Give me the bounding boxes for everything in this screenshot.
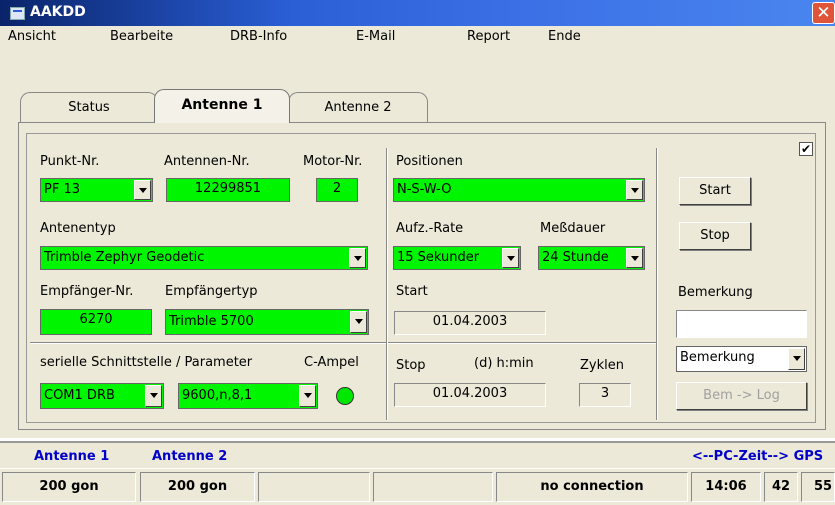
empfaengertyp-select[interactable]: Trimble 5700 [165, 309, 369, 335]
params-value: 9600,n,8,1 [182, 388, 253, 403]
antennentyp-value: Trimble Zephyr Geodetic [44, 250, 205, 265]
dauer-label: Meßdauer [540, 221, 606, 236]
dauer-value: 24 Stunde [542, 250, 609, 265]
motor-field[interactable]: 2 [316, 178, 358, 202]
window-title: AAKDD [30, 4, 86, 20]
seriell-label: serielle Schnittstelle / Parameter [40, 355, 253, 370]
menu-ende[interactable]: Ende [548, 29, 581, 44]
status-bar-labels: Antenne 1 Antenne 2 <--PC-Zeit--> GPS [0, 441, 835, 468]
chevron-down-icon[interactable] [626, 180, 643, 200]
a1-gon-cell: 200 gon [2, 472, 136, 502]
chevron-down-icon[interactable] [145, 385, 162, 407]
stop-date-field: 01.04.2003 [394, 383, 546, 407]
empfaenger-nr-field[interactable]: 6270 [40, 309, 152, 335]
chevron-down-icon[interactable] [349, 248, 366, 268]
menu-email[interactable]: E-Mail [356, 29, 395, 44]
chevron-down-icon[interactable] [626, 248, 643, 268]
start-button[interactable]: Start [679, 177, 751, 205]
status-light-icon [336, 387, 354, 405]
chevron-down-icon[interactable] [134, 180, 151, 200]
menu-drb-info[interactable]: DRB-Info [230, 29, 287, 44]
chevron-down-icon[interactable] [502, 248, 519, 268]
menu-ansicht[interactable]: Ansicht [8, 29, 56, 44]
punkt-value: PF 13 [44, 182, 80, 197]
status-cell [373, 472, 493, 502]
tab-antenne-1[interactable]: Antenne 1 [154, 89, 290, 123]
bem-log-button[interactable]: Bem -> Log [676, 382, 807, 410]
bemerkung-select-value: Bemerkung [680, 350, 755, 365]
rate-select[interactable]: 15 Sekunder [393, 246, 521, 270]
punkt-label: Punkt-Nr. [40, 154, 100, 169]
close-button[interactable]: ✕ [812, 2, 835, 24]
option-checkbox[interactable]: ✔ [799, 142, 813, 156]
time-mm-cell: 42 [764, 472, 798, 502]
motor-label: Motor-Nr. [303, 154, 363, 169]
time-hhmm-cell: 14:06 [691, 472, 761, 502]
stop-button[interactable]: Stop [679, 222, 751, 250]
dhmin-label: (d) h:min [474, 356, 534, 371]
bemerkung-input[interactable] [676, 310, 807, 338]
chevron-down-icon[interactable] [350, 311, 367, 333]
tab-status[interactable]: Status [20, 92, 158, 122]
positionen-label: Positionen [396, 154, 463, 169]
menu-report[interactable]: Report [467, 29, 510, 44]
chevron-down-icon[interactable] [788, 348, 805, 370]
a2-gon-cell: 200 gon [140, 472, 255, 502]
antenne2-label: Antenne 2 [152, 449, 228, 464]
antennen-nr-label: Antennen-Nr. [164, 154, 250, 169]
punkt-select[interactable]: PF 13 [40, 178, 153, 202]
com-select[interactable]: COM1 DRB [40, 383, 164, 409]
tab-antenne-2[interactable]: Antenne 2 [288, 92, 428, 122]
menu-bearbeite[interactable]: Bearbeite [110, 29, 173, 44]
connection-cell: no connection [496, 472, 688, 502]
positionen-value: N-S-W-O [397, 182, 452, 197]
start-date-field: 01.04.2003 [394, 311, 546, 335]
zyklen-field: 3 [579, 383, 631, 407]
start-label: Start [396, 284, 428, 299]
separator [386, 148, 388, 420]
bemerkung-label: Bemerkung [678, 285, 753, 300]
status-bar: 200 gon 200 gon no connection 14:06 42 5… [0, 469, 835, 505]
rate-value: 15 Sekunder [397, 250, 480, 265]
bemerkung-select[interactable]: Bemerkung [676, 346, 807, 372]
empfaengertyp-label: Empfängertyp [165, 284, 258, 299]
antennentyp-select[interactable]: Trimble Zephyr Geodetic [40, 246, 368, 270]
pc-zeit-label: <--PC-Zeit--> GPS [692, 449, 824, 464]
separator [388, 342, 656, 344]
antennentyp-label: Antenentyp [40, 221, 116, 236]
empfaenger-nr-label: Empfänger-Nr. [40, 284, 134, 299]
dauer-select[interactable]: 24 Stunde [538, 246, 645, 270]
time-ss-cell: 55 [801, 472, 835, 502]
separator [656, 148, 658, 420]
app-icon [10, 7, 25, 20]
stop-label: Stop [396, 358, 426, 373]
menu-bar: Ansicht Bearbeite DRB-Info E-Mail Report… [0, 26, 835, 49]
chevron-down-icon[interactable] [299, 385, 316, 407]
com-value: COM1 DRB [44, 388, 115, 403]
ampel-label: C-Ampel [304, 355, 359, 370]
separator [30, 342, 386, 344]
antenne1-label: Antenne 1 [34, 449, 110, 464]
empfaengertyp-value: Trimble 5700 [169, 314, 254, 329]
params-select[interactable]: 9600,n,8,1 [178, 383, 318, 409]
positionen-select[interactable]: N-S-W-O [393, 178, 645, 202]
rate-label: Aufz.-Rate [396, 221, 464, 236]
title-bar: AAKDD ✕ [0, 0, 835, 26]
antennen-nr-field[interactable]: 12299851 [166, 178, 290, 202]
zyklen-label: Zyklen [580, 358, 624, 373]
status-cell [258, 472, 370, 502]
